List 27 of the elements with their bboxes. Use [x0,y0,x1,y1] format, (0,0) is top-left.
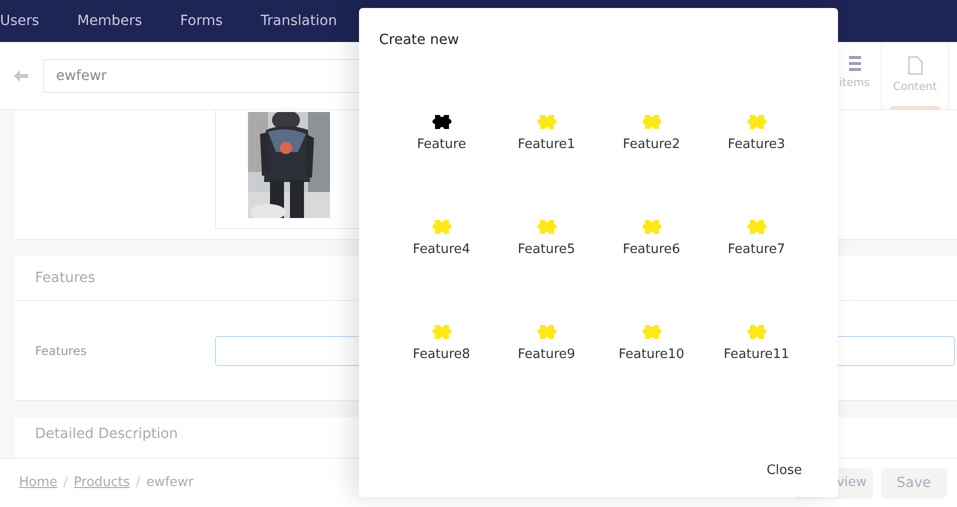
section-title: Detailed Description [35,424,178,444]
breadcrumb-separator: / [136,474,140,492]
feature-option[interactable]: Feature3 [704,97,809,202]
feature-option[interactable]: Feature8 [389,307,494,412]
list-icon [848,56,860,70]
breadcrumb-separator: / [63,474,68,492]
close-button[interactable]: Close [760,460,808,481]
breadcrumb-current: ewfewr [146,474,194,492]
feature-option[interactable]: Feature [389,97,494,202]
feature-option[interactable]: Feature4 [389,202,494,307]
feature-option[interactable]: Feature6 [599,202,704,307]
nav-link-item[interactable]: Translation [260,10,337,32]
dialog-title: Create new [378,31,460,50]
field-label: Features [34,343,88,360]
feature-option[interactable]: Feature9 [494,307,599,412]
feature-option[interactable]: Feature11 [704,307,809,412]
feature-option[interactable]: Feature1 [494,97,599,202]
feature-option[interactable]: Feature10 [599,307,704,412]
feature-option[interactable]: Feature7 [704,202,809,307]
feature-option[interactable]: Feature2 [599,97,704,202]
file-icon [908,56,922,74]
nav-link-item[interactable]: Users [0,10,40,32]
feature-option[interactable]: Feature5 [494,202,599,307]
section-title: Features [35,268,96,288]
nav-link-item[interactable]: Forms [180,10,223,32]
nav-link-item[interactable]: Members [77,10,142,32]
back-arrow-icon[interactable] [14,70,28,82]
